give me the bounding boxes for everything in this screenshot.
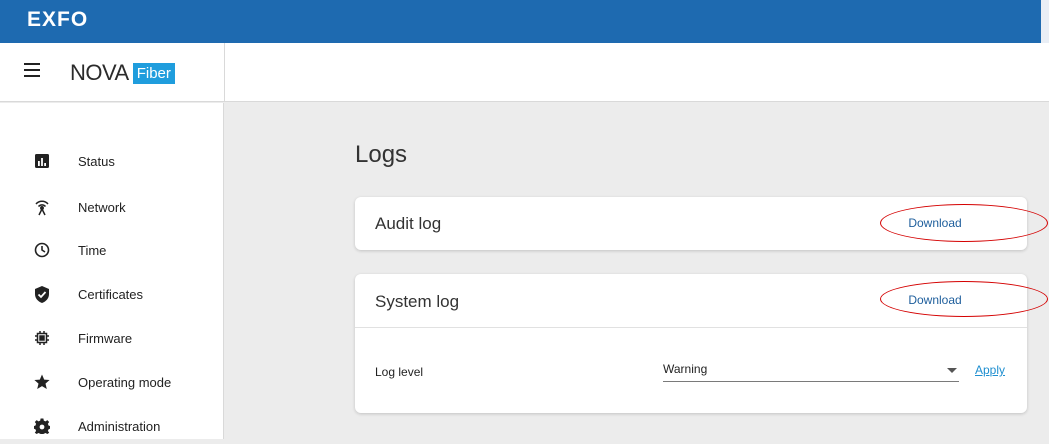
sidebar-item-label: Certificates: [78, 286, 144, 302]
chevron-down-icon: [947, 368, 957, 373]
bar-chart-icon: [33, 152, 51, 170]
logo-nova: NOVA: [70, 60, 129, 85]
gear-icon: [33, 417, 51, 435]
top-bar: EXFO: [0, 0, 1049, 43]
sidebar-item-time[interactable]: Time: [0, 232, 224, 268]
header-divider: [224, 43, 225, 102]
sidebar-item-certificates[interactable]: Certificates: [0, 276, 224, 312]
sidebar-item-status[interactable]: Status: [0, 143, 224, 179]
brand-logo: EXFO: [27, 8, 89, 31]
sidebar-item-network[interactable]: Network: [0, 189, 224, 225]
sidebar: Status Network Time Certificates Firmwar…: [0, 103, 224, 439]
chip-icon: [33, 329, 51, 347]
highlight-ring-audit: [880, 204, 1048, 242]
sidebar-item-label: Operating mode: [78, 374, 172, 390]
sidebar-item-label: Administration: [78, 418, 161, 434]
logo-fiber: Fiber: [132, 62, 175, 84]
sidebar-item-label: Status: [78, 153, 115, 169]
menu-icon[interactable]: [24, 63, 40, 77]
audit-log-title: Audit log: [375, 214, 442, 233]
log-level-select[interactable]: Warning: [663, 360, 959, 382]
clock-icon: [33, 241, 51, 259]
star-icon: [33, 373, 51, 391]
top-bar-edge: [1041, 0, 1049, 43]
antenna-icon: [33, 198, 51, 216]
highlight-ring-system: [880, 281, 1048, 317]
sidebar-item-firmware[interactable]: Firmware: [0, 320, 224, 356]
app-logo: NOVA Fiber: [70, 60, 175, 85]
main-content: Logs Audit log Download System log Downl…: [225, 103, 1049, 439]
card-divider: [355, 327, 1027, 328]
apply-button[interactable]: Apply: [975, 363, 1005, 377]
app-header: NOVA Fiber: [0, 43, 1049, 102]
system-log-title: System log: [375, 292, 460, 311]
sidebar-item-label: Firmware: [78, 330, 133, 346]
sidebar-item-label: Time: [78, 242, 107, 258]
page-title: Logs: [355, 141, 408, 168]
log-level-label: Log level: [375, 365, 424, 379]
log-level-value: Warning: [663, 362, 708, 376]
sidebar-item-label: Network: [78, 199, 126, 215]
sidebar-item-operating-mode[interactable]: Operating mode: [0, 364, 224, 400]
shield-check-icon: [33, 285, 51, 303]
